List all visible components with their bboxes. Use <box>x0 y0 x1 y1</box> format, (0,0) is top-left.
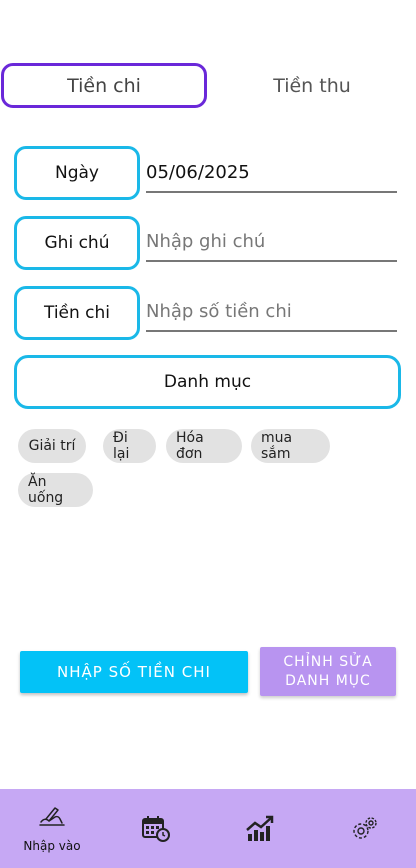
tab-income[interactable]: Tiền thu <box>210 63 414 108</box>
date-label: Ngày <box>55 163 99 183</box>
tab-expense-label: Tiền chi <box>67 74 141 97</box>
gear-icon <box>349 815 379 843</box>
amount-label: Tiền chi <box>43 303 111 323</box>
category-label: Danh mục <box>163 372 252 392</box>
chip-label: Ăn uống <box>28 474 64 506</box>
category-chip-shopping[interactable]: mua sắm <box>251 429 330 463</box>
edit-categories-label-2: DANH MỤC <box>285 672 371 689</box>
category-chip-bills[interactable]: Hóa đơn <box>166 429 242 463</box>
category-chip-entertainment[interactable]: Giải trí <box>18 429 86 463</box>
note-input[interactable]: Nhập ghi chú <box>146 222 397 262</box>
amount-input[interactable]: Nhập số tiền chi <box>146 292 397 332</box>
note-placeholder: Nhập ghi chú <box>146 230 266 252</box>
nav-item-input[interactable]: Nhập vào <box>0 789 104 868</box>
submit-expense-label: NHẬP SỐ TIỀN CHI <box>57 663 211 681</box>
date-value: 05/06/2025 <box>146 161 250 183</box>
calendar-clock-icon <box>141 815 171 843</box>
chip-label: Giải trí <box>28 438 76 454</box>
amount-placeholder: Nhập số tiền chi <box>146 300 292 322</box>
chip-label: Hóa đơn <box>176 430 204 462</box>
bottom-nav: Nhập vào <box>0 789 416 868</box>
nav-item-stats[interactable] <box>208 789 312 868</box>
category-selector[interactable]: Danh mục <box>14 355 401 409</box>
nav-item-calendar[interactable] <box>104 789 208 868</box>
note-label: Ghi chú <box>44 233 110 253</box>
nav-item-input-label: Nhập vào <box>23 838 81 853</box>
chip-label: mua sắm <box>261 430 293 462</box>
edit-categories-button[interactable]: CHỈNH SỬA DANH MỤC <box>260 647 396 696</box>
note-label-box: Ghi chú <box>14 216 140 270</box>
amount-label-box: Tiền chi <box>14 286 140 340</box>
edit-categories-label-1: CHỈNH SỬA <box>283 653 373 670</box>
category-chip-food[interactable]: Ăn uống <box>18 473 93 507</box>
chart-trend-icon <box>245 815 275 843</box>
date-field[interactable]: 05/06/2025 <box>146 153 397 193</box>
nav-item-settings[interactable] <box>312 789 416 868</box>
pen-hand-icon <box>38 805 66 829</box>
category-chip-travel[interactable]: Đi lại <box>103 429 156 463</box>
tab-income-label: Tiền thu <box>273 74 351 97</box>
submit-expense-button[interactable]: NHẬP SỐ TIỀN CHI <box>20 651 248 693</box>
date-label-box: Ngày <box>14 146 140 200</box>
chip-label: Đi lại <box>113 430 130 462</box>
tab-expense[interactable]: Tiền chi <box>1 63 207 108</box>
